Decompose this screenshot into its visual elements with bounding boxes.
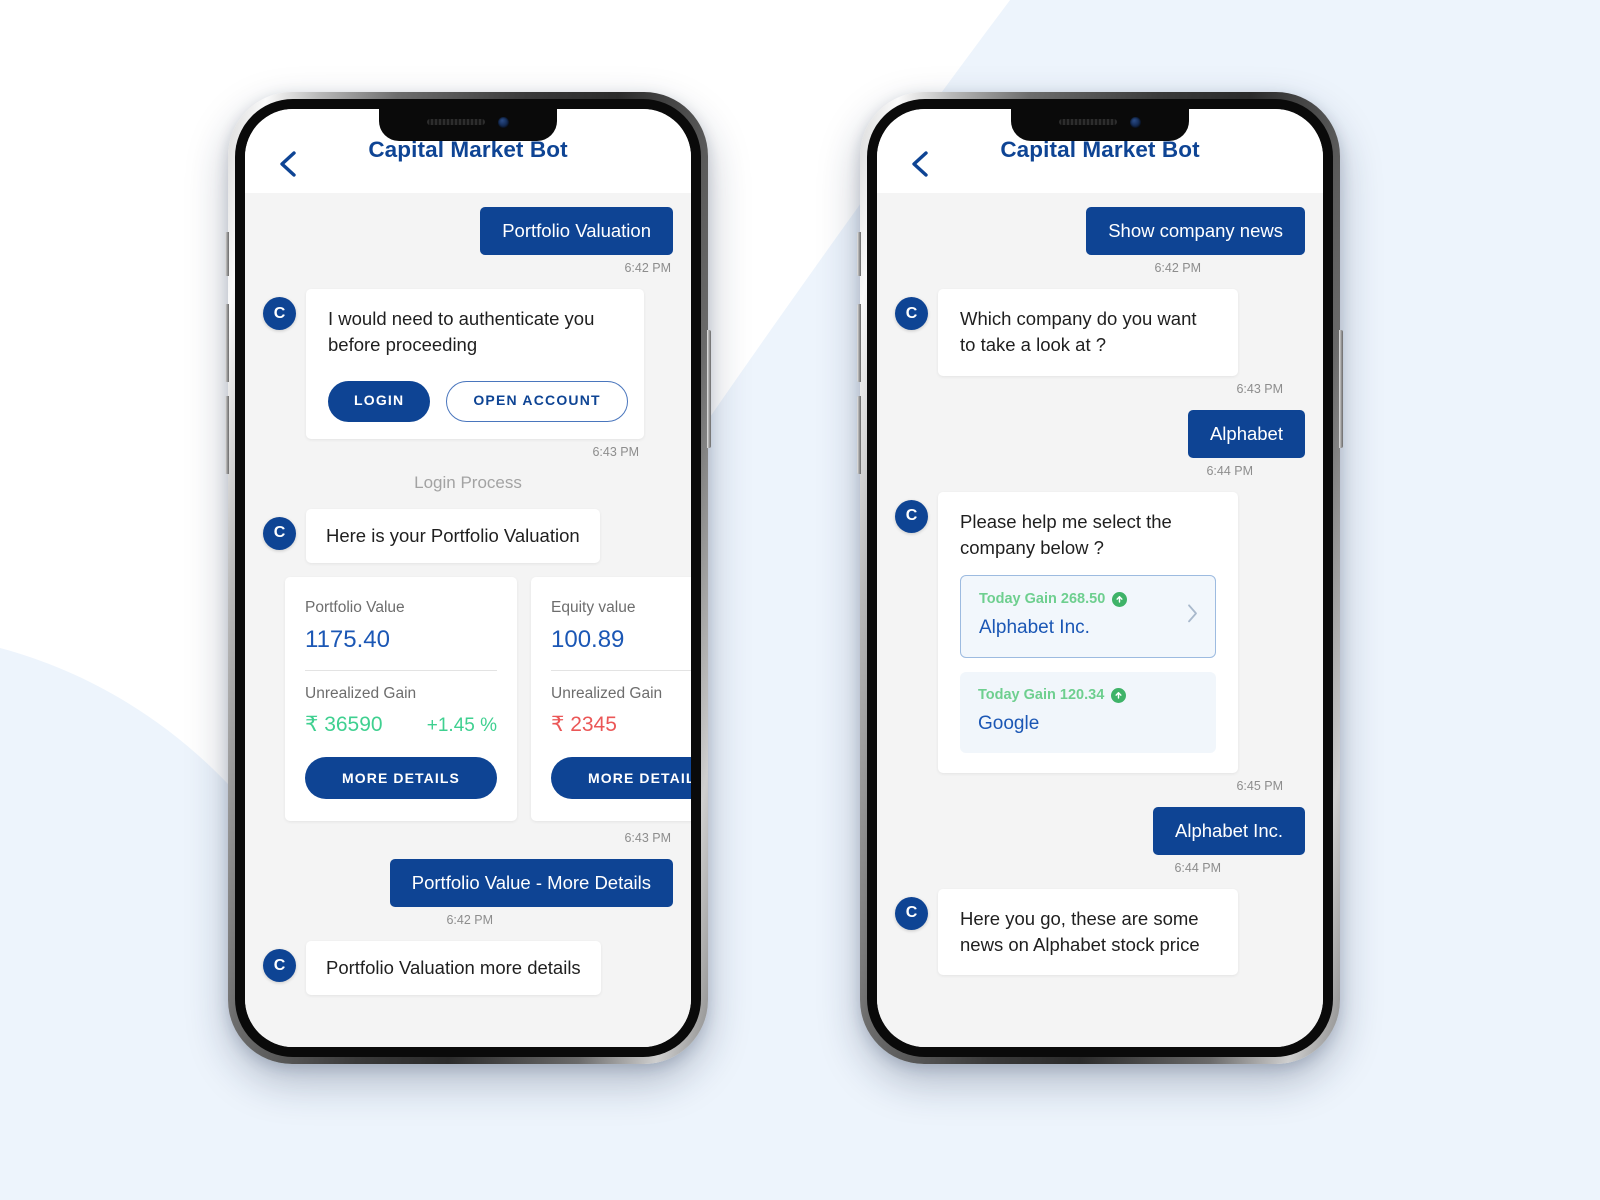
message-timestamp: 6:44 PM	[1206, 463, 1253, 478]
login-button[interactable]: LOGIN	[328, 380, 431, 422]
earpiece-speaker-icon	[1059, 119, 1117, 125]
bot-message-text: Please help me select the company below …	[960, 510, 1172, 559]
portfolio-card-carousel[interactable]: Portfolio Value 1175.40 Unrealized Gain …	[285, 576, 691, 821]
card-gain-row: ₹ 36590 +1.45 %	[305, 712, 497, 737]
message-timestamp: 6:42 PM	[1154, 261, 1201, 276]
chat-thread: Portfolio Valuation 6:42 PM C I would ne…	[245, 193, 691, 1047]
phone-screen: Capital Market Bot Show company news 6:4…	[877, 109, 1323, 1047]
bot-message-bubble: Portfolio Valuation more details	[306, 941, 601, 996]
equity-value-card[interactable]: Equity value 100.89 Unrealized Gain ₹ 23…	[531, 576, 691, 821]
power-button[interactable]	[707, 330, 711, 448]
bot-avatar: C	[895, 499, 928, 533]
company-option-google[interactable]: Today Gain 120.34 Google	[960, 671, 1216, 753]
company-gain-row: Today Gain 120.34	[978, 685, 1198, 706]
earpiece-speaker-icon	[427, 119, 485, 125]
company-gain-label: Today Gain 120.34	[978, 686, 1105, 703]
front-camera-icon	[1130, 116, 1141, 128]
card-gain-amount: ₹ 2345	[551, 712, 617, 736]
company-option-alphabet[interactable]: Today Gain 268.50 Alphabet Inc.	[960, 575, 1216, 658]
card-gain-percent: +1.45 %	[426, 714, 497, 736]
user-message-bubble[interactable]: Show company news	[1086, 207, 1305, 256]
arrow-up-icon	[1111, 687, 1127, 703]
bot-avatar: C	[895, 297, 928, 331]
more-details-button[interactable]: MORE DETAILS	[551, 756, 691, 799]
user-message-bubble[interactable]: Portfolio Value - More Details	[389, 858, 673, 908]
phone-news: Capital Market Bot Show company news 6:4…	[857, 92, 1343, 1064]
company-gain-label: Today Gain 268.50	[979, 591, 1106, 608]
message-timestamp: 6:45 PM	[1236, 778, 1283, 793]
bot-avatar: C	[263, 297, 296, 331]
message-row-user: Alphabet	[895, 409, 1305, 458]
bot-avatar: C	[895, 896, 928, 930]
volume-up-button[interactable]	[857, 304, 861, 382]
chevron-right-icon	[1185, 602, 1199, 631]
mute-switch[interactable]	[225, 232, 229, 276]
message-row-bot: C Here you go, these are some news on Al…	[895, 888, 1305, 976]
bot-avatar: C	[263, 949, 296, 983]
card-label: Portfolio Value	[305, 598, 405, 616]
message-timestamp: 6:44 PM	[1174, 860, 1221, 875]
notch	[1011, 109, 1189, 141]
card-gain-amount: ₹ 36590	[305, 712, 383, 736]
company-name: Google	[978, 712, 1040, 734]
message-timestamp: 6:42 PM	[624, 261, 671, 276]
message-row-bot: C Which company do you want to take a lo…	[895, 289, 1305, 376]
message-timestamp: 6:43 PM	[1236, 381, 1283, 396]
chevron-left-icon	[912, 151, 928, 177]
chevron-left-icon	[280, 151, 296, 177]
notch	[379, 109, 557, 141]
volume-down-button[interactable]	[857, 396, 861, 474]
user-message-bubble[interactable]: Alphabet	[1187, 409, 1305, 458]
bot-avatar: C	[263, 516, 296, 550]
arrow-up-icon	[1112, 592, 1128, 608]
message-timestamp: 6:43 PM	[624, 830, 671, 845]
card-value: 100.89	[551, 625, 625, 653]
message-timestamp: 6:42 PM	[446, 913, 493, 928]
bot-message-bubble: Here is your Portfolio Valuation	[306, 508, 600, 563]
phone-bezel: Capital Market Bot Show company news 6:4…	[867, 99, 1333, 1057]
open-account-button[interactable]: OPEN ACCOUNT	[446, 380, 628, 422]
company-gain-row: Today Gain 268.50	[979, 589, 1197, 610]
back-button[interactable]	[271, 147, 305, 181]
user-message-bubble[interactable]: Alphabet Inc.	[1153, 806, 1305, 855]
bot-message-text: I would need to authenticate you before …	[328, 308, 595, 356]
phone-portfolio: Capital Market Bot Portfolio Valuation 6…	[225, 92, 711, 1064]
message-row-bot: C Here is your Portfolio Valuation	[263, 508, 673, 563]
message-row-user: Portfolio Value - More Details	[263, 858, 673, 908]
card-divider	[551, 669, 691, 671]
chat-thread: Show company news 6:42 PM C Which compan…	[877, 193, 1323, 1047]
phone-screen: Capital Market Bot Portfolio Valuation 6…	[245, 109, 691, 1047]
message-row-user: Alphabet Inc.	[895, 806, 1305, 855]
company-name: Alphabet Inc.	[979, 617, 1090, 639]
power-button[interactable]	[1339, 330, 1343, 448]
volume-up-button[interactable]	[225, 304, 229, 382]
message-row-user: Show company news	[895, 207, 1305, 256]
card-gain-row: ₹ 2345	[551, 712, 691, 737]
bot-message-bubble: Which company do you want to take a look…	[938, 289, 1238, 376]
front-camera-icon	[498, 116, 509, 128]
card-gain-label: Unrealized Gain	[551, 684, 663, 702]
message-row-bot: C Please help me select the company belo…	[895, 491, 1305, 773]
mute-switch[interactable]	[857, 232, 861, 276]
portfolio-value-card[interactable]: Portfolio Value 1175.40 Unrealized Gain …	[285, 576, 517, 821]
message-row-bot: C I would need to authenticate you befor…	[263, 289, 673, 439]
card-gain-label: Unrealized Gain	[305, 684, 417, 702]
card-value: 1175.40	[305, 625, 390, 653]
login-process-divider: Login Process	[414, 472, 522, 492]
bot-message-bubble: Here you go, these are some news on Alph…	[938, 888, 1238, 976]
bot-message-bubble: I would need to authenticate you before …	[306, 289, 644, 439]
bot-message-bubble: Please help me select the company below …	[938, 491, 1238, 773]
user-message-bubble[interactable]: Portfolio Valuation	[480, 207, 673, 256]
message-row-bot: C Portfolio Valuation more details	[263, 941, 673, 996]
auth-action-buttons: LOGIN OPEN ACCOUNT	[328, 380, 628, 422]
back-button[interactable]	[903, 147, 937, 181]
phone-bezel: Capital Market Bot Portfolio Valuation 6…	[235, 99, 701, 1057]
message-row-user: Portfolio Valuation	[263, 207, 673, 256]
volume-down-button[interactable]	[225, 396, 229, 474]
card-divider	[305, 669, 497, 671]
more-details-button[interactable]: MORE DETAILS	[305, 756, 497, 799]
card-label: Equity value	[551, 598, 636, 616]
message-timestamp: 6:43 PM	[592, 444, 639, 459]
